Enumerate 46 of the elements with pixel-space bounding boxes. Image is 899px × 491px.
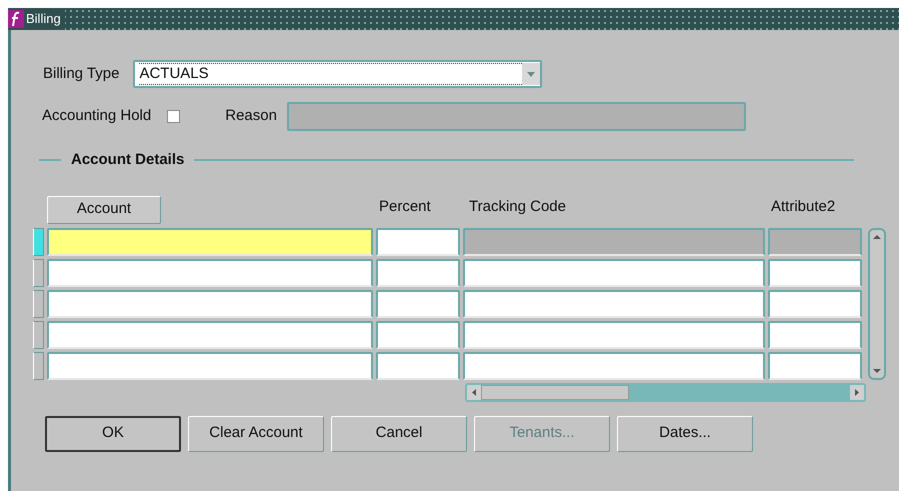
dialog-button[interactable]: OK <box>45 416 181 452</box>
horizontal-scrollbar[interactable] <box>465 382 866 402</box>
table-cell[interactable] <box>463 228 765 256</box>
column-header: Attribute2 <box>771 197 836 217</box>
window-title: Billing <box>26 10 61 28</box>
table-cell[interactable] <box>47 352 373 380</box>
table-cell[interactable] <box>463 320 765 348</box>
table-cell[interactable] <box>376 258 460 286</box>
table-cell[interactable] <box>768 290 862 318</box>
table-cell[interactable] <box>376 290 460 318</box>
table-cell[interactable] <box>47 320 373 348</box>
field-label: Accounting Hold <box>42 106 152 126</box>
dialog-button[interactable]: Cancel <box>331 416 467 452</box>
record-indicator[interactable] <box>33 352 44 380</box>
record-indicator[interactable] <box>33 290 44 318</box>
field-label: Reason <box>225 106 277 126</box>
app-icon <box>8 10 24 28</box>
vertical-scrollbar[interactable] <box>868 228 886 380</box>
table-cell[interactable] <box>768 320 862 348</box>
section-title: Account Details <box>71 150 184 170</box>
scroll-right-icon[interactable] <box>850 384 864 400</box>
record-indicator[interactable] <box>33 320 44 348</box>
table-cell[interactable] <box>47 258 373 286</box>
table-cell[interactable] <box>376 352 460 380</box>
table-cell[interactable] <box>768 352 862 380</box>
record-indicator[interactable] <box>33 258 44 286</box>
table-cell[interactable] <box>47 290 373 318</box>
column-header: Percent <box>379 197 431 217</box>
table-cell[interactable] <box>768 228 862 256</box>
table-cell[interactable] <box>376 228 460 256</box>
scroll-left-icon[interactable] <box>467 384 481 400</box>
scroll-thumb[interactable] <box>481 384 629 400</box>
column-header-button[interactable]: Account <box>47 196 161 224</box>
record-indicator[interactable] <box>33 228 44 256</box>
table-cell[interactable] <box>47 228 373 256</box>
column-header: Tracking Code <box>469 197 566 217</box>
dialog-button[interactable]: Dates... <box>617 416 753 452</box>
table-cell[interactable] <box>376 320 460 348</box>
accounting-hold-checkbox[interactable] <box>167 110 180 123</box>
table-cell[interactable] <box>768 258 862 286</box>
table-cell[interactable] <box>463 352 765 380</box>
table-cell[interactable] <box>463 290 765 318</box>
field-label: Billing Type <box>43 64 120 84</box>
dialog-button[interactable]: Clear Account <box>188 416 324 452</box>
table-cell[interactable] <box>463 258 765 286</box>
billing-type-dropdown[interactable]: ACTUALS <box>133 60 542 88</box>
